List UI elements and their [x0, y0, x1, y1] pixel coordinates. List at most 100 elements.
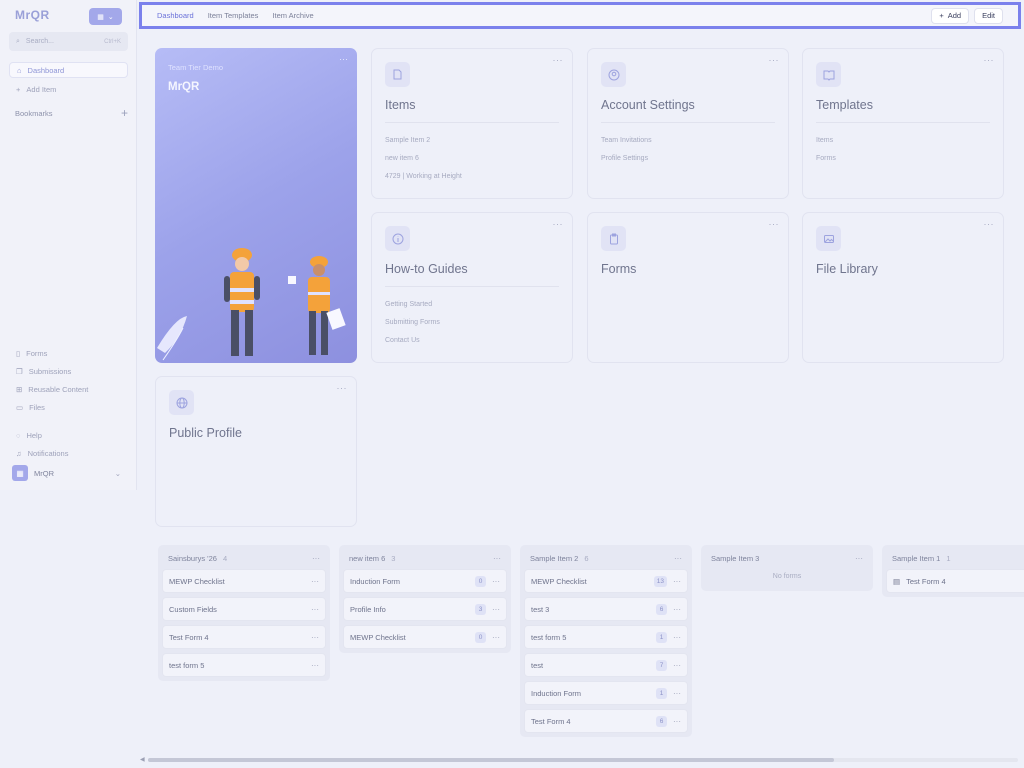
form-row[interactable]: ▤Test Form 40 — [886, 569, 1024, 593]
sidebar-item-label: Submissions — [28, 366, 72, 376]
column-title[interactable]: Sainsburys '26 — [168, 554, 217, 563]
card-link[interactable]: new item 6 — [385, 155, 419, 162]
items-card[interactable]: ··· Items Sample Item 2 new item 6 4729 … — [371, 48, 573, 199]
row-more-button[interactable]: ··· — [492, 633, 500, 642]
card-more-button[interactable]: ··· — [984, 55, 995, 65]
templates-card[interactable]: ··· Templates Items Forms — [802, 48, 1004, 199]
sidebar-item-label: Help — [26, 430, 42, 440]
row-more-button[interactable]: ··· — [492, 577, 500, 586]
account-switcher[interactable]: ▦ MrQR ⌄ — [9, 464, 128, 482]
row-more-button[interactable]: ··· — [311, 633, 319, 642]
workspace-switcher-button[interactable]: ▦ ⌄ — [89, 8, 122, 25]
card-link[interactable]: Items — [816, 137, 833, 144]
sidebar-item-reusable-content[interactable]: ⊞ Reusable Content — [9, 381, 128, 397]
sidebar-item-notifications[interactable]: ♫ Notifications — [9, 445, 128, 461]
grid-icon: ⊞ — [16, 384, 23, 394]
card-link[interactable]: 4729 | Working at Height — [385, 173, 462, 180]
row-more-button[interactable]: ··· — [311, 577, 319, 586]
workers-illustration — [157, 248, 346, 361]
file-library-card[interactable]: ··· File Library — [802, 212, 1004, 363]
card-more-button[interactable]: ··· — [337, 383, 348, 393]
app-logo[interactable]: MrQR — [15, 8, 50, 22]
row-more-button[interactable]: ··· — [311, 661, 319, 670]
column-title[interactable]: new item 6 — [349, 554, 385, 563]
add-bookmark-button[interactable]: + — [121, 106, 128, 120]
card-link[interactable]: Forms — [816, 155, 836, 162]
row-more-button[interactable]: ··· — [673, 605, 681, 614]
form-row[interactable]: Profile Info 3 ··· — [343, 597, 507, 621]
card-link[interactable]: Submitting Forms — [385, 319, 440, 326]
row-more-button[interactable]: ··· — [673, 717, 681, 726]
board-horizontal-scrollbar[interactable]: ◀ — [140, 756, 1024, 764]
column-more-button[interactable]: ··· — [855, 554, 863, 563]
card-more-button[interactable]: ··· — [553, 219, 564, 229]
row-more-button[interactable]: ··· — [673, 689, 681, 698]
form-row[interactable]: test 3 6 ··· — [524, 597, 688, 621]
column-more-button[interactable]: ··· — [312, 554, 320, 563]
scrollbar-thumb[interactable] — [148, 758, 834, 762]
sidebar-item-forms[interactable]: ▯ Forms — [9, 345, 128, 361]
edit-button[interactable]: Edit — [974, 7, 1003, 24]
account-settings-card[interactable]: ··· Account Settings Team Invitations Pr… — [587, 48, 789, 199]
card-more-button[interactable]: ··· — [769, 219, 780, 229]
tab-item-archive[interactable]: Item Archive — [272, 11, 313, 20]
form-row[interactable]: test form 5 1 ··· — [524, 625, 688, 649]
row-more-button[interactable]: ··· — [492, 605, 500, 614]
card-more-button[interactable]: ··· — [984, 219, 995, 229]
column-header: Sample Item 3 ··· — [705, 551, 869, 565]
search-input[interactable]: ⌕ Search... Ctrl+K — [9, 32, 128, 51]
card-link[interactable]: Profile Settings — [601, 155, 648, 162]
sidebar-item-add-item[interactable]: + Add Item — [9, 81, 128, 97]
sidebar-item-dashboard[interactable]: ⌂ Dashboard — [9, 62, 128, 78]
column-more-button[interactable]: ··· — [493, 554, 501, 563]
column-title[interactable]: Sample Item 1 — [892, 554, 940, 563]
column-count: 3 — [391, 553, 396, 563]
submission-count-badge: 6 — [656, 715, 667, 727]
form-row[interactable]: Induction Form 0 ··· — [343, 569, 507, 593]
team-hero-card[interactable]: Team Tier Demo MrQR ··· — [155, 48, 357, 363]
home-icon: ⌂ — [17, 65, 22, 75]
form-row[interactable]: test form 5 ··· — [162, 653, 326, 677]
form-row[interactable]: Test Form 4 ··· — [162, 625, 326, 649]
row-more-button[interactable]: ··· — [673, 661, 681, 670]
card-title: Forms — [601, 262, 637, 276]
column-more-button[interactable]: ··· — [674, 554, 682, 563]
card-more-button[interactable]: ··· — [769, 55, 780, 65]
card-more-button[interactable]: ··· — [553, 55, 564, 65]
form-row[interactable]: Induction Form 1 ··· — [524, 681, 688, 705]
form-row[interactable]: test 7 ··· — [524, 653, 688, 677]
form-row[interactable]: MEWP Checklist 0 ··· — [343, 625, 507, 649]
clipboard-icon: ▯ — [16, 348, 21, 358]
card-divider — [816, 122, 990, 123]
sidebar-item-submissions[interactable]: ❐ Submissions — [9, 363, 128, 379]
form-label: Induction Form — [350, 576, 401, 586]
row-more-button[interactable]: ··· — [673, 577, 681, 586]
tab-item-templates[interactable]: Item Templates — [208, 11, 259, 20]
card-link[interactable]: Team Invitations — [601, 137, 652, 144]
form-label: Custom Fields — [169, 604, 217, 614]
form-row[interactable]: MEWP Checklist ··· — [162, 569, 326, 593]
column-title[interactable]: Sample Item 3 — [711, 554, 759, 563]
public-profile-card[interactable]: ··· Public Profile — [155, 376, 357, 527]
sidebar-item-files[interactable]: ▭ Files — [9, 399, 128, 415]
qr-icon: ▦ — [97, 13, 104, 21]
form-row[interactable]: Custom Fields ··· — [162, 597, 326, 621]
tab-dashboard[interactable]: Dashboard — [157, 11, 194, 20]
top-actions: + Add Edit — [931, 7, 1003, 24]
forms-card[interactable]: ··· Forms — [587, 212, 789, 363]
sidebar-item-help[interactable]: ◌ Help — [9, 427, 128, 443]
row-more-button[interactable]: ··· — [311, 605, 319, 614]
row-more-button[interactable]: ··· — [673, 633, 681, 642]
scroll-left-icon[interactable]: ◀ — [140, 756, 145, 763]
column-count: 4 — [222, 553, 228, 563]
form-row[interactable]: Test Form 4 6 ··· — [524, 709, 688, 733]
card-link[interactable]: Getting Started — [385, 301, 432, 308]
column-title[interactable]: Sample Item 2 — [530, 554, 578, 563]
how-to-guides-card[interactable]: ··· How-to Guides Getting Started Submit… — [371, 212, 573, 363]
image-icon: ▭ — [16, 402, 24, 412]
add-button[interactable]: + Add — [931, 7, 970, 24]
form-row[interactable]: MEWP Checklist 13 ··· — [524, 569, 688, 593]
empty-state: No forms — [772, 572, 802, 580]
card-link[interactable]: Sample Item 2 — [385, 137, 430, 144]
card-link[interactable]: Contact Us — [385, 337, 420, 344]
